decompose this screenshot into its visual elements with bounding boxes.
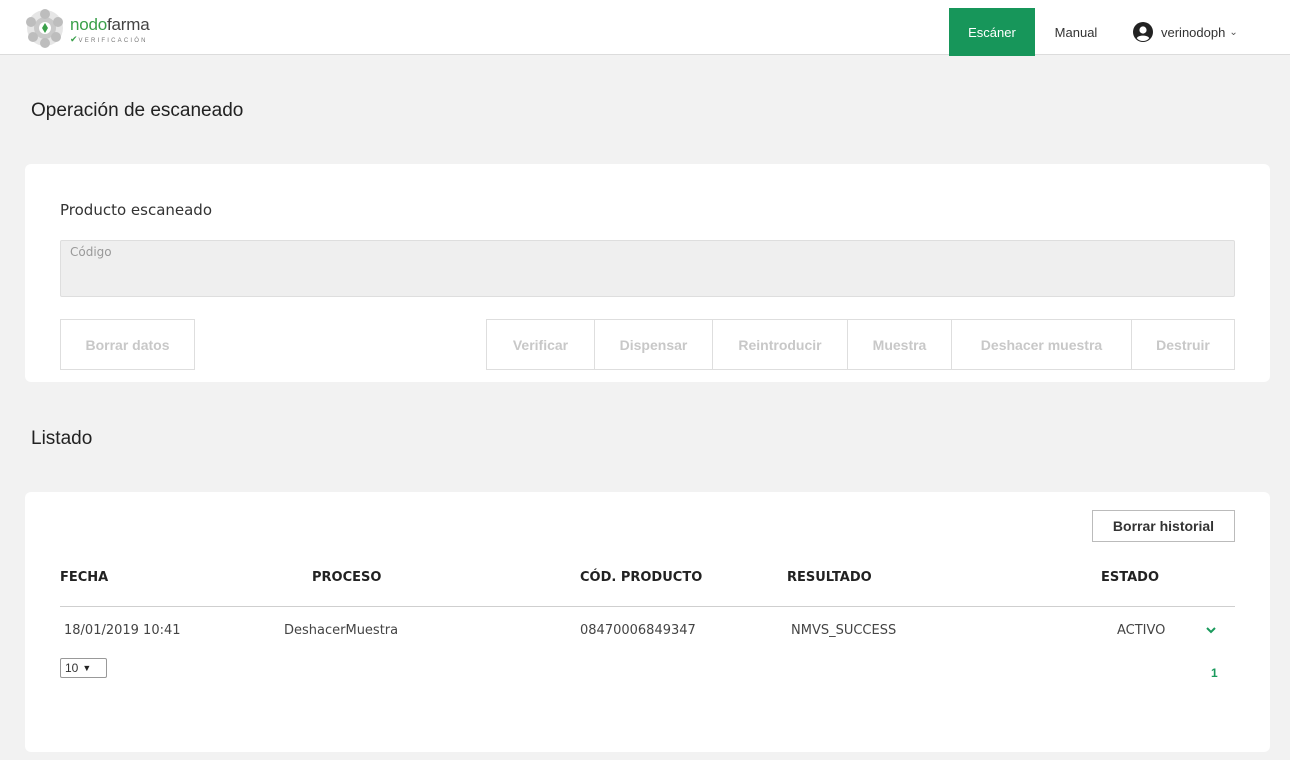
table-header-divider [60, 606, 1235, 607]
nodofarma-logo[interactable]: nodofarma ✔VERIFICACIÓN [25, 8, 185, 48]
list-card: Borrar historial FECHA PROCESO CÓD. PROD… [25, 492, 1270, 752]
scanned-product-label: Producto escaneado [60, 201, 213, 219]
cell-estado: ACTIVO [1117, 623, 1166, 638]
cell-proceso: DeshacerMuestra [284, 623, 399, 638]
action-button-group: Verificar Dispensar Reintroducir Muestra… [486, 319, 1235, 370]
page-size-value: 10 [65, 661, 79, 675]
code-input[interactable]: Código [60, 240, 1235, 297]
scan-card: Producto escaneado Código Borrar datos V… [25, 164, 1270, 382]
cell-fecha: 18/01/2019 10:41 [64, 623, 181, 638]
expand-row-chevron-icon[interactable] [1204, 623, 1218, 637]
top-navbar: nodofarma ✔VERIFICACIÓN Escáner Manual v… [0, 0, 1290, 56]
page-size-select[interactable]: 10 ▼ [60, 658, 107, 678]
verify-button[interactable]: Verificar [486, 319, 595, 370]
scan-section-title: Operación de escaneado [31, 100, 244, 121]
column-header-fecha[interactable]: FECHA [60, 570, 108, 585]
user-menu[interactable]: verinodoph ⌄ [1133, 20, 1238, 44]
nav-tab-scanner[interactable]: Escáner [949, 8, 1035, 56]
cell-resultado: NMVS_SUCCESS [791, 623, 897, 638]
logo-mark-icon [26, 9, 63, 48]
dispense-button[interactable]: Dispensar [594, 319, 713, 370]
list-section-title: Listado [31, 428, 93, 449]
column-header-proceso[interactable]: PROCESO [312, 570, 381, 585]
chevron-down-icon: ⌄ [1229, 26, 1238, 38]
user-avatar-icon [1133, 22, 1153, 42]
column-header-resultado[interactable]: RESULTADO [787, 570, 872, 585]
logo-wordmark: nodofarma [70, 15, 150, 34]
reintroduce-button[interactable]: Reintroducir [712, 319, 848, 370]
clear-data-button[interactable]: Borrar datos [60, 319, 195, 370]
clear-history-button[interactable]: Borrar historial [1092, 510, 1235, 542]
pagination-page-current[interactable]: 1 [1211, 666, 1218, 680]
username-label: verinodoph [1161, 24, 1226, 40]
column-header-estado[interactable]: ESTADO [1101, 570, 1159, 585]
destroy-button[interactable]: Destruir [1131, 319, 1235, 370]
logo-subtitle: ✔VERIFICACIÓN [70, 34, 148, 44]
nav-tab-manual[interactable]: Manual [1036, 8, 1116, 56]
undo-sample-button[interactable]: Deshacer muestra [951, 319, 1132, 370]
column-header-cod-producto[interactable]: CÓD. PRODUCTO [580, 570, 702, 585]
cell-cod-producto: 08470006849347 [580, 623, 696, 638]
dropdown-arrow-icon: ▼ [82, 663, 92, 673]
sample-button[interactable]: Muestra [847, 319, 952, 370]
